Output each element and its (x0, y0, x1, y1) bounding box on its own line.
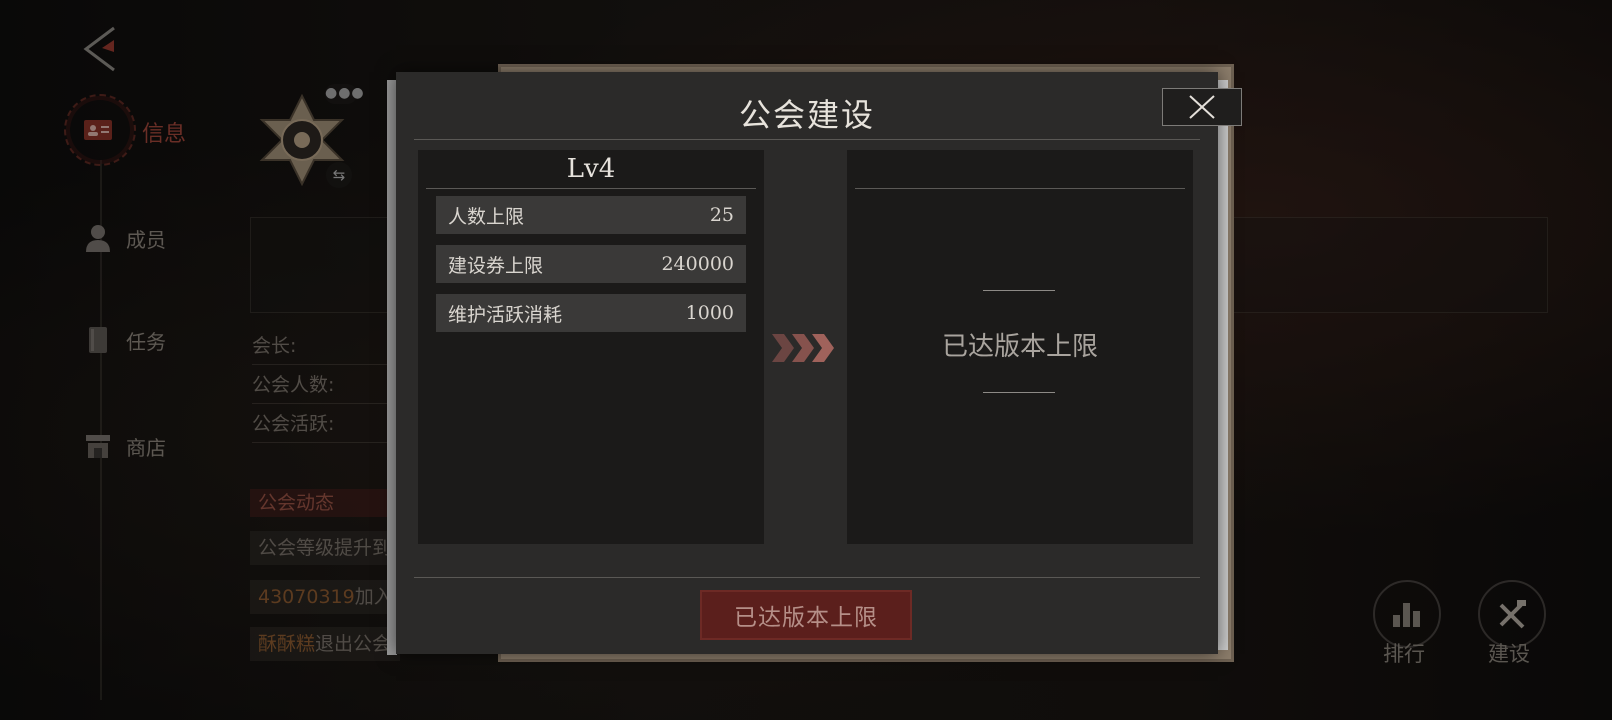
current-level-panel: Lv4 人数上限 25 建设券上限 240000 维护活跃消耗 1000 (418, 150, 764, 544)
stat-row: 建设券上限 240000 (436, 245, 746, 283)
stat-value: 240000 (661, 253, 734, 275)
next-level-panel: 已达版本上限 (847, 150, 1193, 544)
stat-row: 维护活跃消耗 1000 (436, 294, 746, 332)
footer-divider (414, 577, 1200, 578)
decorative-line (983, 392, 1055, 393)
stat-value: 1000 (685, 302, 734, 324)
stat-value: 25 (709, 204, 734, 226)
dialog-title: 公会建设 (738, 96, 875, 134)
stat-row: 人数上限 25 (436, 196, 746, 234)
stat-label: 人数上限 (448, 205, 525, 228)
guild-construction-dialog: 公会建设 Lv4 人数上限 25 建设券上限 240000 维护活跃消耗 100… (396, 72, 1242, 654)
level-divider (426, 188, 756, 189)
max-version-text: 已达版本上限 (941, 332, 1098, 362)
upgrade-button[interactable]: 已达版本上限 (700, 590, 912, 640)
current-level-label: Lv4 (566, 154, 616, 184)
title-divider (414, 139, 1200, 140)
chevrons-right-icon (772, 334, 834, 362)
close-icon (1189, 95, 1215, 119)
stat-label: 建设券上限 (448, 254, 544, 277)
decorative-line (983, 290, 1055, 291)
stat-label: 维护活跃消耗 (448, 303, 563, 326)
next-level-divider (855, 188, 1185, 189)
modal-edge-right (1218, 80, 1228, 650)
close-button[interactable] (1162, 88, 1242, 126)
